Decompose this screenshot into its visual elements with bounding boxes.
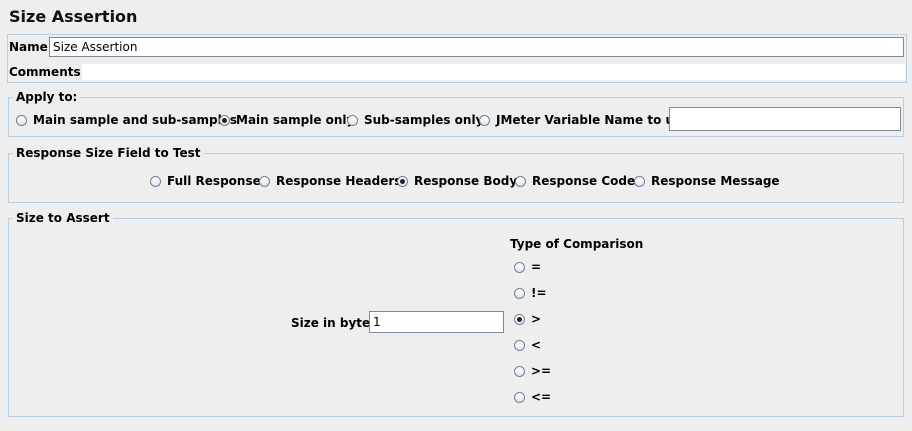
comments-label: Comments: [9, 65, 86, 79]
radio-label: Sub-samples only [364, 113, 484, 127]
radio-label: >= [531, 364, 552, 378]
radio-compare-equal[interactable]: = [514, 260, 541, 274]
size-to-assert-legend: Size to Assert [13, 211, 113, 225]
radio-button-icon[interactable] [259, 175, 270, 187]
apply-to-group: Apply to: Main sample and sub-samples Ma… [8, 90, 904, 137]
radio-compare-less[interactable]: < [514, 338, 541, 352]
radio-label: != [531, 286, 547, 300]
comparison-heading: Type of Comparison [510, 237, 644, 251]
radio-button-icon[interactable] [150, 175, 161, 187]
radio-label: = [531, 260, 542, 274]
radio-button-icon[interactable] [514, 339, 525, 351]
radio-label: Main sample and sub-samples [33, 113, 238, 127]
radio-sub-samples-only[interactable]: Sub-samples only [347, 113, 483, 127]
comments-input[interactable] [82, 64, 905, 80]
radio-label: Full Response [167, 174, 261, 188]
radio-label: Response Code [532, 174, 636, 188]
radio-button-icon[interactable] [514, 391, 525, 403]
radio-button-icon[interactable] [397, 175, 408, 187]
radio-main-sample-only[interactable]: Main sample only [219, 113, 354, 127]
apply-to-legend: Apply to: [13, 90, 81, 104]
radio-label: JMeter Variable Name to use [496, 113, 690, 127]
radio-button-icon[interactable] [219, 114, 230, 126]
radio-label: Response Body [414, 174, 518, 188]
radio-label: > [531, 312, 542, 326]
radio-compare-less-equal[interactable]: <= [514, 390, 551, 404]
radio-full-response[interactable]: Full Response [150, 174, 261, 188]
radio-button-icon[interactable] [514, 261, 525, 273]
radio-jmeter-variable[interactable]: JMeter Variable Name to use [479, 113, 689, 127]
response-field-group: Response Size Field to Test Full Respons… [8, 146, 904, 203]
radio-response-code[interactable]: Response Code [515, 174, 635, 188]
radio-label: < [531, 338, 542, 352]
radio-response-headers[interactable]: Response Headers [259, 174, 401, 188]
radio-main-and-sub-samples[interactable]: Main sample and sub-samples [16, 113, 237, 127]
radio-response-body[interactable]: Response Body [397, 174, 517, 188]
radio-button-icon[interactable] [479, 114, 490, 126]
name-label: Name: [9, 40, 53, 54]
radio-compare-not-equal[interactable]: != [514, 286, 547, 300]
name-input[interactable] [49, 37, 904, 57]
radio-label: Response Message [651, 174, 780, 188]
radio-label: <= [531, 390, 552, 404]
jmeter-variable-input[interactable] [669, 107, 901, 131]
radio-label: Main sample only [236, 113, 355, 127]
size-to-assert-group: Size to Assert Size in bytes: Type of Co… [8, 211, 904, 417]
radio-button-icon[interactable] [16, 114, 27, 126]
page-title: Size Assertion [9, 7, 138, 26]
radio-button-icon[interactable] [514, 313, 525, 325]
radio-button-icon[interactable] [514, 287, 525, 299]
size-in-bytes-input[interactable] [369, 311, 504, 333]
radio-button-icon[interactable] [634, 175, 645, 187]
radio-button-icon[interactable] [515, 175, 526, 187]
radio-compare-greater[interactable]: > [514, 312, 541, 326]
radio-response-message[interactable]: Response Message [634, 174, 780, 188]
radio-button-icon[interactable] [347, 114, 358, 126]
radio-compare-greater-equal[interactable]: >= [514, 364, 551, 378]
name-comments-panel: Name: Comments: [7, 34, 907, 83]
radio-label: Response Headers [276, 174, 402, 188]
radio-button-icon[interactable] [514, 365, 525, 377]
response-field-legend: Response Size Field to Test [13, 146, 204, 160]
